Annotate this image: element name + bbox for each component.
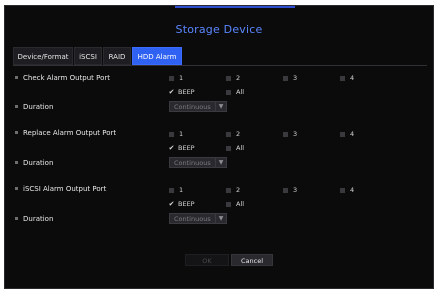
row-bullet [15, 217, 18, 220]
port-2-label: 2 [236, 74, 241, 82]
duration-value: Continuous [174, 102, 211, 111]
port-2-label: 2 [236, 130, 241, 138]
tab-raid[interactable]: RAID [103, 47, 131, 65]
row-bullet [15, 187, 18, 190]
port-4-option[interactable]: 4 [340, 72, 354, 84]
iscsi-alarm-port-label: iSCSI Alarm Output Port [23, 185, 107, 193]
iscsi-alarm-duration-row: Duration Continuous ▼ [15, 211, 433, 227]
duration-select[interactable]: Continuous ▼ [169, 157, 227, 168]
row-bullet [15, 161, 18, 164]
port-3-label: 3 [293, 74, 298, 82]
port-1-checkbox[interactable] [169, 187, 174, 193]
port-4-checkbox[interactable] [340, 75, 345, 81]
iscsi-alarm-port-row: iSCSI Alarm Output Port 1 2 3 4 [15, 181, 433, 197]
tab-bar: Device/Format iSCSI RAID HDD Alarm [13, 47, 427, 66]
beep-label: BEEP [178, 200, 195, 208]
port-2-label: 2 [236, 186, 241, 194]
port-4-option[interactable]: 4 [340, 128, 354, 140]
port-1-checkbox[interactable] [169, 75, 174, 81]
check-alarm-duration-row: Duration Continuous ▼ [15, 99, 433, 115]
replace-alarm-duration-row: Duration Continuous ▼ [15, 155, 433, 171]
port-2-checkbox[interactable] [226, 75, 231, 81]
port-1-option[interactable]: 1 [169, 184, 183, 196]
port-3-option[interactable]: 3 [283, 184, 297, 196]
port-2-checkbox[interactable] [226, 187, 231, 193]
row-bullet [15, 76, 18, 79]
port-2-option[interactable]: 2 [226, 72, 240, 84]
beep-option[interactable]: ✔ BEEP [168, 142, 195, 154]
port-1-label: 1 [179, 74, 184, 82]
port-3-checkbox[interactable] [283, 131, 288, 137]
tab-iscsi[interactable]: iSCSI [74, 47, 102, 65]
checkmark-icon[interactable]: ✔ [168, 144, 175, 152]
all-label: All [236, 144, 245, 152]
checkmark-icon[interactable]: ✔ [168, 200, 175, 208]
cancel-button[interactable]: Cancel [231, 254, 273, 266]
all-label: All [236, 200, 245, 208]
port-3-option[interactable]: 3 [283, 72, 297, 84]
duration-select[interactable]: Continuous ▼ [169, 101, 227, 112]
port-3-checkbox[interactable] [283, 187, 288, 193]
footer-buttons: OK Cancel [5, 254, 433, 270]
port-3-option[interactable]: 3 [283, 128, 297, 140]
duration-select[interactable]: Continuous ▼ [169, 213, 227, 224]
dialog-title: Storage Device [175, 23, 263, 36]
all-option[interactable]: All [226, 86, 244, 98]
all-option[interactable]: All [226, 142, 244, 154]
port-4-label: 4 [350, 186, 355, 194]
replace-alarm-port-label: Replace Alarm Output Port [23, 129, 117, 137]
port-2-option[interactable]: 2 [226, 184, 240, 196]
chevron-down-icon[interactable]: ▼ [215, 214, 226, 223]
chevron-down-icon[interactable]: ▼ [215, 102, 226, 111]
beep-option[interactable]: ✔ BEEP [168, 86, 195, 98]
duration-label: Duration [23, 159, 54, 167]
port-4-label: 4 [350, 74, 355, 82]
port-1-checkbox[interactable] [169, 131, 174, 137]
check-alarm-port-label: Check Alarm Output Port [23, 74, 110, 82]
port-4-label: 4 [350, 130, 355, 138]
title-accent-line [175, 6, 295, 8]
port-3-label: 3 [293, 130, 298, 138]
duration-label: Duration [23, 103, 54, 111]
duration-value: Continuous [174, 158, 211, 167]
port-3-checkbox[interactable] [283, 75, 288, 81]
port-4-checkbox[interactable] [340, 131, 345, 137]
check-alarm-port-row: Check Alarm Output Port 1 2 3 4 [15, 70, 433, 86]
all-checkbox[interactable] [226, 201, 231, 207]
port-1-option[interactable]: 1 [169, 72, 183, 84]
replace-alarm-port-row: Replace Alarm Output Port 1 2 3 4 [15, 125, 433, 141]
port-1-label: 1 [179, 130, 184, 138]
beep-option[interactable]: ✔ BEEP [168, 198, 195, 210]
checkmark-icon[interactable]: ✔ [168, 88, 175, 96]
duration-label: Duration [23, 215, 54, 223]
all-checkbox[interactable] [226, 89, 231, 95]
storage-device-dialog: Storage Device Device/Format iSCSI RAID … [4, 5, 434, 289]
all-label: All [236, 88, 245, 96]
port-2-option[interactable]: 2 [226, 128, 240, 140]
all-checkbox[interactable] [226, 145, 231, 151]
row-bullet [15, 105, 18, 108]
port-1-option[interactable]: 1 [169, 128, 183, 140]
port-3-label: 3 [293, 186, 298, 194]
ok-button[interactable]: OK [185, 254, 229, 266]
port-1-label: 1 [179, 186, 184, 194]
all-option[interactable]: All [226, 198, 244, 210]
beep-label: BEEP [178, 88, 195, 96]
duration-value: Continuous [174, 214, 211, 223]
port-2-checkbox[interactable] [226, 131, 231, 137]
row-bullet [15, 131, 18, 134]
port-4-checkbox[interactable] [340, 187, 345, 193]
beep-label: BEEP [178, 144, 195, 152]
tab-device-format[interactable]: Device/Format [13, 47, 73, 65]
tab-hdd-alarm[interactable]: HDD Alarm [132, 47, 182, 65]
port-4-option[interactable]: 4 [340, 184, 354, 196]
chevron-down-icon[interactable]: ▼ [215, 158, 226, 167]
